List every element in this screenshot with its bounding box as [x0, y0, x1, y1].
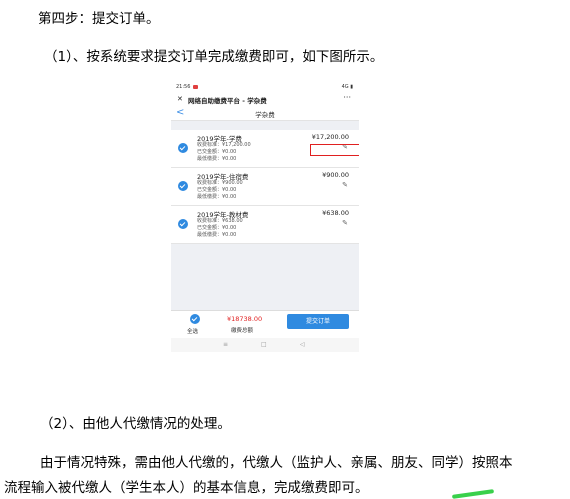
- select-all-label[interactable]: 全选: [187, 327, 198, 335]
- checkbox-checked-icon[interactable]: [178, 143, 188, 153]
- total-label: 缴费总额: [231, 328, 254, 334]
- signal-battery-icon: 4G ▮: [341, 84, 353, 90]
- edit-pencil-icon[interactable]: ✎: [342, 181, 348, 189]
- more-icon[interactable]: ···: [343, 93, 351, 102]
- fee-minimum: 最低缴费：¥0.00: [197, 156, 237, 162]
- fee-minimum: 最低缴费：¥0.00: [197, 232, 237, 238]
- menu-nav-icon[interactable]: ≡: [223, 341, 228, 348]
- instruction-paragraph-2: （2）、由他人代缴情况的处理。: [40, 416, 231, 432]
- system-nav-bar: ≡ □ ◁: [171, 338, 359, 352]
- app-title-bar: ✕ 网络自助缴费平台 - 学杂费 ···: [171, 92, 359, 106]
- home-nav-icon[interactable]: □: [261, 341, 267, 348]
- instruction-paragraph-3-line-2: 流程输入被代缴人（学生本人）的基本信息，完成缴费即可。: [4, 480, 369, 496]
- instruction-paragraph-1: （1）、按系统要求提交订单完成缴费即可，如下图所示。: [44, 49, 384, 65]
- back-nav-icon[interactable]: ◁: [300, 341, 305, 348]
- page-header: < 学杂费: [171, 106, 359, 121]
- fee-paid: 已交金额：¥0.00: [197, 149, 237, 155]
- edit-pencil-icon[interactable]: ✎: [342, 219, 348, 227]
- checkout-bar: 全选 ¥18738.00 缴费总额 提交订单: [171, 310, 359, 339]
- fee-standard: 收费标准：¥638.00: [197, 218, 243, 224]
- highlight-box: [310, 144, 359, 156]
- checkbox-checked-icon[interactable]: [178, 219, 188, 229]
- fee-amount: ¥900.00: [322, 171, 349, 179]
- status-time: 21:56: [176, 84, 191, 90]
- fee-paid: 已交金额：¥0.00: [197, 225, 237, 231]
- fee-item[interactable]: 2019学年-教材费 ¥638.00 收费标准：¥638.00 已交金额：¥0.…: [171, 206, 359, 244]
- close-icon[interactable]: ✕: [177, 95, 183, 103]
- step-title: 第四步：提交订单。: [38, 11, 160, 27]
- status-bar: 21:56 4G ▮: [171, 82, 359, 92]
- fee-standard: 收费标准：¥17,200.00: [197, 142, 251, 148]
- green-decoration: [451, 489, 495, 499]
- submit-order-button[interactable]: 提交订单: [287, 314, 349, 329]
- app-title: 网络自助缴费平台 - 学杂费: [188, 97, 267, 105]
- checkbox-checked-icon[interactable]: [178, 181, 188, 191]
- select-all-checkbox-icon[interactable]: [190, 314, 200, 324]
- fee-standard: 收费标准：¥900.00: [197, 180, 243, 186]
- fee-minimum: 最低缴费：¥0.00: [197, 194, 237, 200]
- fee-item[interactable]: 2019学年-住宿费 ¥900.00 收费标准：¥900.00 已交金额：¥0.…: [171, 168, 359, 206]
- instruction-paragraph-3-line-1: 由于情况特殊，需由他人代缴的，代缴人（监护人、亲属、朋友、同学）按照本: [40, 455, 513, 471]
- notification-icon: [193, 85, 198, 89]
- fee-paid: 已交金额：¥0.00: [197, 187, 237, 193]
- fee-amount: ¥17,200.00: [311, 133, 349, 141]
- total-amount: ¥18738.00: [227, 315, 263, 323]
- page-title: 学杂费: [255, 111, 275, 119]
- fee-amount: ¥638.00: [322, 209, 349, 217]
- phone-screenshot: 21:56 4G ▮ ✕ 网络自助缴费平台 - 学杂费 ··· < 学杂费 20…: [171, 82, 359, 352]
